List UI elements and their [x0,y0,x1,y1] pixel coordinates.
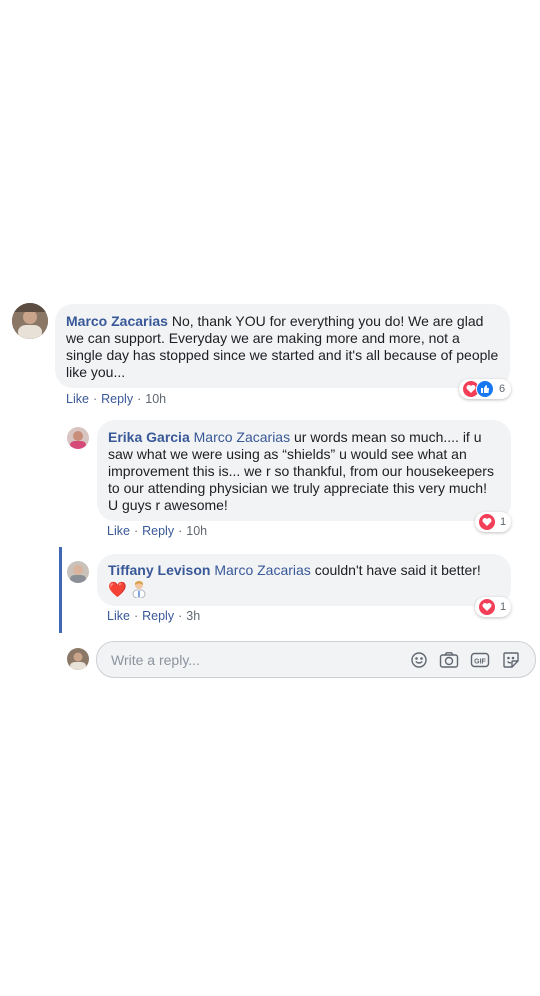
reply-actions-erika: Like · Reply · 10h [107,524,208,538]
comment-author[interactable]: Marco Zacarias [66,313,168,329]
reply-author-erika[interactable]: Erika Garcia [108,429,190,445]
reply-bubble-tiffany: Tiffany Levison Marco Zacarias couldn't … [97,554,511,606]
reply-like-link[interactable]: Like [107,609,130,623]
comment-bubble: Marco Zacarias No, thank YOU for everyth… [55,304,510,388]
reply-mention-tiffany[interactable]: Marco Zacarias [214,562,310,578]
reply-reaction-count-tiffany: 1 [500,601,507,613]
reply-text-tiffany: couldn't have said it better! [314,562,481,578]
reply-bubble-erika: Erika Garcia Marco Zacarias ur words mea… [97,420,511,521]
reply-reactions-tiffany[interactable]: 1 [475,597,511,617]
comment-timestamp[interactable]: 10h [145,392,166,406]
reply-like-link[interactable]: Like [107,524,130,538]
camera-icon[interactable] [439,650,459,670]
reply-timestamp[interactable]: 10h [186,524,207,538]
sticker-icon[interactable] [501,650,521,670]
comment-like-link[interactable]: Like [66,392,89,406]
comment-actions: Like · Reply · 10h [66,392,167,406]
reply-timestamp[interactable]: 3h [186,609,200,623]
doctor-emoji-icon [131,580,147,602]
gif-icon-label: GIF [474,659,486,666]
reply-reactions-erika[interactable]: 1 [475,512,511,532]
reply-actions-tiffany: Like · Reply · 3h [107,609,201,623]
avatar-tiffany[interactable] [67,561,89,583]
comment-reaction-count: 6 [499,383,506,395]
reply-mention-erika[interactable]: Marco Zacarias [194,429,290,445]
emoji-icon[interactable] [409,650,429,670]
reply-reply-link[interactable]: Reply [142,524,174,538]
avatar-marco[interactable] [12,303,48,339]
like-reaction-icon [476,380,494,398]
reply-reply-link[interactable]: Reply [142,609,174,623]
comment-reply-link[interactable]: Reply [101,392,133,406]
love-reaction-icon [479,514,495,530]
love-reaction-icon [479,599,495,615]
gif-icon[interactable]: GIF [470,650,490,670]
comment-reactions[interactable]: 6 [459,379,511,399]
reply-reaction-count-erika: 1 [500,516,507,528]
thread-highlight-line [59,547,62,633]
heart-emoji: ❤️ [108,581,127,599]
avatar-current-user [67,648,89,670]
reply-input-placeholder: Write a reply... [111,652,200,668]
avatar-erika[interactable] [67,427,89,449]
reply-input[interactable]: Write a reply... GIF [96,641,536,678]
reply-author-tiffany[interactable]: Tiffany Levison [108,562,210,578]
